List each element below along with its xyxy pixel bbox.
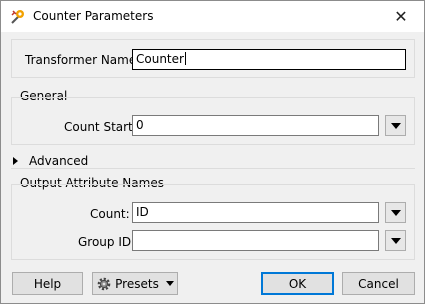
title-bar: Counter Parameters ✕ xyxy=(1,1,424,32)
help-button[interactable]: Help xyxy=(12,272,83,295)
transformer-name-label: Transformer Name: xyxy=(25,53,141,67)
transformer-name-value: Counter xyxy=(136,52,184,66)
triangle-right-icon xyxy=(13,157,18,165)
advanced-divider xyxy=(11,168,415,169)
presets-button[interactable]: Presets xyxy=(92,272,178,295)
group-id-dropdown-button[interactable] xyxy=(385,230,406,251)
chevron-down-icon xyxy=(390,122,401,129)
advanced-section-toggle[interactable]: Advanced xyxy=(13,154,88,168)
ok-button-label: OK xyxy=(288,276,307,291)
window-title: Counter Parameters xyxy=(33,9,154,23)
output-attribute-names-group: Count: ID Group ID: xyxy=(11,184,415,260)
close-button[interactable]: ✕ xyxy=(378,1,424,32)
app-icon xyxy=(11,10,24,24)
transformer-name-input[interactable]: Counter xyxy=(132,49,406,70)
chevron-down-icon xyxy=(390,237,401,244)
cancel-button-label: Cancel xyxy=(358,276,399,291)
close-icon: ✕ xyxy=(394,7,408,26)
count-start-input[interactable]: 0 xyxy=(132,115,379,136)
count-start-value: 0 xyxy=(136,118,144,132)
count-input[interactable]: ID xyxy=(132,202,379,223)
count-value: ID xyxy=(136,205,149,219)
text-caret xyxy=(184,52,186,65)
dialog-window: Counter Parameters ✕ Transformer Name: C… xyxy=(0,0,425,304)
chevron-down-icon xyxy=(390,209,401,216)
help-button-label: Help xyxy=(33,276,62,291)
cancel-button[interactable]: Cancel xyxy=(342,272,415,295)
chevron-down-icon xyxy=(165,281,174,286)
group-id-label: Group ID: xyxy=(78,235,136,249)
count-label: Count: xyxy=(90,207,130,221)
count-start-label: Count Start: xyxy=(64,120,137,134)
general-group: Count Start: 0 xyxy=(11,97,415,145)
gear-icon xyxy=(97,277,111,290)
advanced-label: Advanced xyxy=(29,154,89,168)
group-id-input[interactable] xyxy=(132,230,379,251)
ok-button[interactable]: OK xyxy=(261,272,334,295)
count-start-dropdown-button[interactable] xyxy=(385,115,406,136)
transformer-name-group: Transformer Name: Counter xyxy=(11,39,415,78)
count-dropdown-button[interactable] xyxy=(385,202,406,223)
presets-button-label: Presets xyxy=(115,276,159,291)
